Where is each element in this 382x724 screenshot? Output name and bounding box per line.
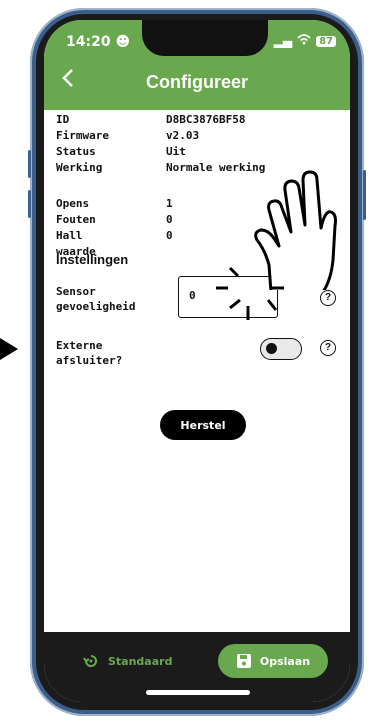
home-indicator [146, 690, 250, 695]
reset-button[interactable]: Herstel [160, 410, 246, 440]
floppy-disk-icon [236, 654, 251, 668]
restore-icon [83, 655, 97, 667]
standard-button[interactable]: Standaard [82, 652, 172, 670]
app-screen: 14:20 ☻ ▂▄ 87 Configureer ID D8BC3876BF58… [44, 20, 350, 702]
status-time: 14:20 ☻ [66, 34, 131, 50]
bottom-action-bar: Standaard Opslaan [44, 632, 350, 702]
settings-heading: Instellingen [56, 252, 129, 267]
status-face-icon: ☻ [115, 34, 131, 50]
save-button[interactable]: Opslaan [218, 644, 328, 678]
external-valve-toggle[interactable] [260, 338, 302, 360]
wifi-icon [297, 34, 311, 48]
toggle-knob [266, 343, 277, 354]
battery-indicator: 87 [316, 35, 336, 47]
power-button [363, 170, 366, 220]
app-header: 14:20 ☻ ▂▄ 87 Configureer [44, 20, 350, 110]
pointer-arrow-icon [0, 338, 18, 364]
sensor-sensitivity-label: Sensor gevoeligheid [56, 285, 136, 313]
volume-up-button [28, 150, 31, 178]
status-icons: ▂▄ 87 [274, 34, 336, 48]
camera-notch [142, 20, 268, 56]
external-help-icon[interactable]: ? [320, 340, 336, 356]
page-title: Configureer [145, 72, 248, 92]
volume-down-button [28, 190, 31, 218]
external-valve-label: Externe afsluiter? [56, 339, 123, 367]
signal-icon: ▂▄ [273, 34, 293, 48]
tap-burst-icon [216, 266, 284, 320]
